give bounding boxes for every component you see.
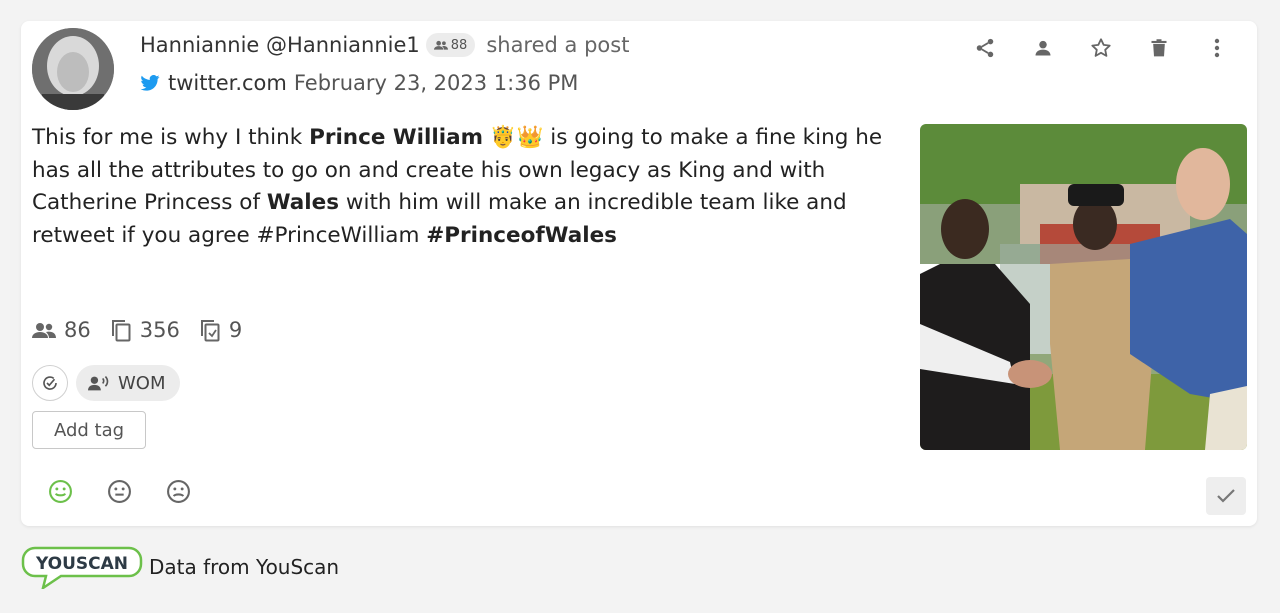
followers-badge: 88 <box>425 33 476 57</box>
post-date[interactable]: February 23, 2023 1:36 PM <box>294 71 579 95</box>
reposts-count: 9 <box>228 318 243 342</box>
post-text: This for me is why I think Prince Willia… <box>32 125 883 248</box>
wom-icon <box>88 376 109 391</box>
trash-icon <box>1151 39 1167 57</box>
logo-text: YOUSCAN <box>35 554 128 574</box>
followers-count: 88 <box>450 37 468 53</box>
negative-sentiment-button[interactable] <box>166 479 191 504</box>
audience-count: 86 <box>64 318 91 342</box>
twitter-icon <box>140 75 160 91</box>
post-source-line: twitter.com February 23, 2023 1:36 PM <box>140 69 578 97</box>
person-icon <box>1035 40 1051 56</box>
check-icon <box>1217 489 1235 503</box>
favorite-button[interactable] <box>1081 35 1121 61</box>
highlight-prince-william: Prince William <box>309 125 484 150</box>
youscan-logo: YOUSCAN <box>21 546 143 589</box>
footer: YOUSCAN Data from YouScan <box>21 545 339 589</box>
people-icon <box>32 323 56 338</box>
tags-row: WOM <box>32 365 180 401</box>
star-icon <box>1091 38 1111 57</box>
reposts-stat: 9 <box>199 318 242 342</box>
avatar[interactable] <box>32 28 114 110</box>
mark-processed-button[interactable] <box>32 365 68 401</box>
emoji-text: 🤴👑 <box>483 125 551 150</box>
author-profile-button[interactable] <box>1023 35 1063 61</box>
delete-button[interactable] <box>1139 35 1179 61</box>
author-name[interactable]: Hanniannie <box>140 33 259 57</box>
sad-icon <box>167 480 190 503</box>
post-header: Hanniannie @Hanniannie1 88 shared a post <box>140 31 629 59</box>
neutral-icon <box>108 480 131 503</box>
smile-icon <box>49 480 72 503</box>
post-image[interactable] <box>920 124 1247 450</box>
repost-icon <box>200 320 220 342</box>
highlight-wales: Wales <box>266 190 340 215</box>
post-stats: 86 356 9 <box>32 315 261 345</box>
wom-chip[interactable]: WOM <box>76 365 180 401</box>
confirm-button[interactable] <box>1206 477 1246 515</box>
share-icon <box>976 38 994 58</box>
sentiment-selector <box>48 479 191 504</box>
post-card: Hanniannie @Hanniannie1 88 shared a post… <box>21 21 1257 526</box>
share-button[interactable] <box>965 35 1005 61</box>
post-action: shared a post <box>486 33 630 57</box>
footer-text: Data from YouScan <box>149 555 340 579</box>
copy-icon <box>111 320 131 342</box>
audience-stat: 86 <box>32 318 91 342</box>
more-button[interactable] <box>1197 35 1237 61</box>
source-link[interactable]: twitter.com <box>168 71 287 95</box>
engagement-count: 356 <box>139 318 180 342</box>
author-handle[interactable]: @Hanniannie1 <box>259 33 420 57</box>
engagement-stat: 356 <box>110 318 180 342</box>
wom-label: WOM <box>118 372 166 394</box>
post-toolbar <box>965 35 1237 61</box>
check-circle-icon <box>43 376 57 390</box>
people-icon <box>433 40 448 50</box>
more-vert-icon <box>1214 38 1220 58</box>
positive-sentiment-button[interactable] <box>48 479 73 504</box>
neutral-sentiment-button[interactable] <box>107 479 132 504</box>
add-tag-button[interactable]: Add tag <box>32 411 146 449</box>
highlight-princeofwales: #PrinceofWales <box>426 222 617 248</box>
